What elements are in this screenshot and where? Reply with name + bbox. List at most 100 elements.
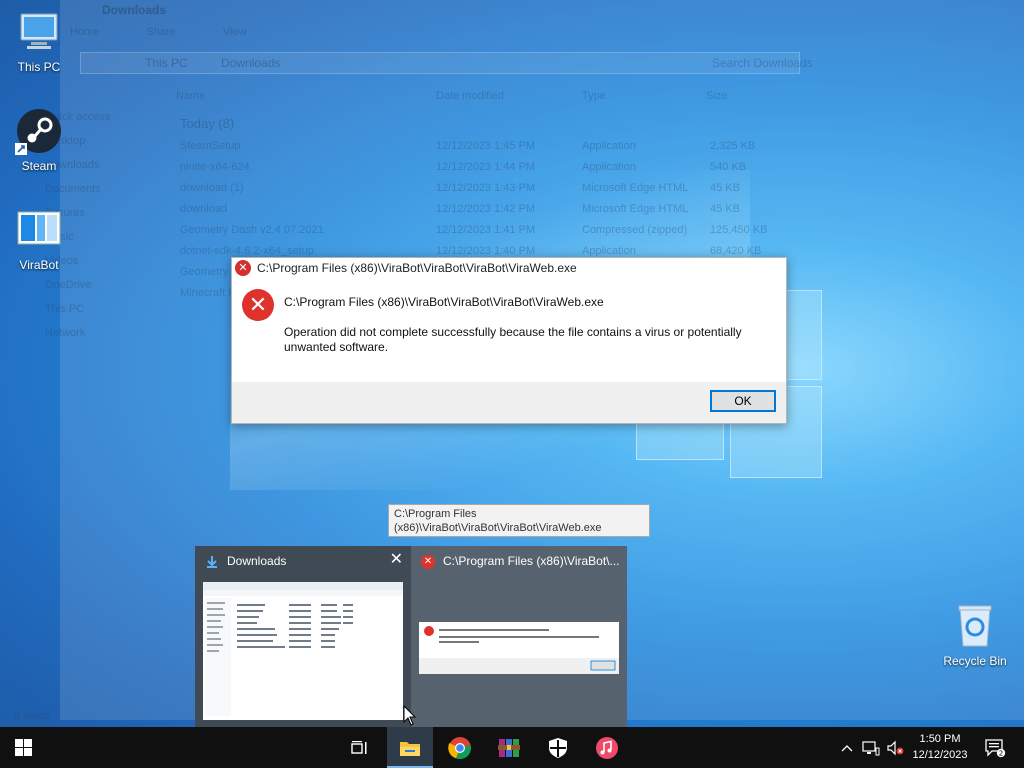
thumbnail-preview-dialog [419, 622, 619, 674]
show-hidden-icons-button[interactable] [838, 727, 856, 768]
desktop-icon-this-pc[interactable]: This PC [1, 8, 77, 74]
task-view-icon [351, 740, 367, 754]
ok-button[interactable]: OK [710, 390, 776, 412]
start-button[interactable] [0, 727, 46, 768]
desktop-icon-steam[interactable]: Steam [1, 107, 77, 173]
ghost-search-box: Search Downloads [712, 56, 813, 70]
ghost-crumb-thispc: This PC [145, 56, 188, 70]
ghost-cell-name: ninite-x64-624 [180, 161, 250, 173]
chevron-up-icon [841, 744, 853, 751]
dialog-message: Operation did not complete successfully … [284, 325, 742, 354]
taskbar-defender[interactable] [535, 727, 581, 768]
desktop-icon-recycle-bin[interactable]: Recycle Bin [937, 602, 1013, 668]
error-icon: ✕ [235, 260, 251, 276]
ghost-cell-type: Microsoft Edge HTML [582, 203, 689, 215]
start-icon [14, 739, 32, 756]
ghost-cell-size: 68,420 KB [710, 245, 762, 257]
taskbar-itunes[interactable] [584, 727, 630, 768]
mouse-cursor-icon [403, 705, 417, 726]
desktop-icon-virabot[interactable]: ViraBot [1, 206, 77, 272]
ghost-group-header: Today (8) [180, 116, 235, 131]
desktop-icon-label: ViraBot [19, 258, 59, 272]
file-explorer-icon [400, 741, 420, 756]
ghost-cell-date: 12/12/2023 1:45 PM [436, 140, 536, 152]
error-icon: ✕ [421, 555, 435, 569]
dialog-title: C:\Program Files (x86)\ViraBot\ViraBot\V… [257, 261, 577, 275]
ghost-cell-name: dotnet-sdk-4.6.2-x64_setup [180, 245, 314, 257]
desktop-icon-label: Recycle Bin [943, 654, 1007, 668]
taskbar-chrome[interactable] [437, 727, 483, 768]
ghost-col-date: Date modified [436, 90, 504, 102]
defender-icon [549, 737, 567, 758]
ghost-col-type: Type [582, 90, 606, 102]
ghost-cell-type: Application [582, 161, 636, 173]
taskbar-winrar[interactable] [486, 727, 532, 768]
ghost-cell-name: download (1) [180, 182, 244, 194]
thumbnail-title: C:\Program Files (x86)\ViraBot\... [443, 554, 620, 568]
taskbar-clock[interactable]: 1:50 PM 12/12/2023 [906, 731, 974, 763]
task-view-button[interactable] [337, 727, 383, 768]
ghost-cell-date: 12/12/2023 1:40 PM [436, 245, 536, 257]
itunes-icon [596, 736, 618, 759]
ghost-cell-name: SteamSetup [180, 140, 241, 152]
computer-icon [15, 8, 63, 56]
ghost-cell-size: 45 KB [710, 182, 740, 194]
notification-icon: 2 [985, 738, 1006, 757]
ghost-cell-type: Application [582, 245, 636, 257]
virabot-icon [15, 206, 63, 254]
download-arrow-icon [207, 556, 217, 568]
thumbnail-title: Downloads [227, 554, 287, 568]
ghost-status-bar: 8 items [14, 710, 50, 722]
error-icon: ✕ [242, 289, 274, 321]
network-tray-button[interactable] [860, 727, 882, 768]
steam-icon [15, 107, 63, 155]
thumbnail-preview-explorer [203, 582, 403, 720]
close-icon[interactable]: ✕ [390, 552, 403, 568]
taskbar: 1:50 PM 12/12/2023 2 [0, 727, 1024, 768]
taskbar-file-explorer[interactable] [387, 727, 433, 768]
explorer-preview-graphic [203, 582, 403, 716]
ghost-cell-type: Application [582, 140, 636, 152]
ghost-cell-date: 12/12/2023 1:44 PM [436, 161, 536, 173]
recycle-bin-icon [951, 602, 999, 650]
clock-time: 1:50 PM [919, 733, 961, 745]
chrome-icon [448, 736, 471, 759]
ghost-cell-type: Microsoft Edge HTML [582, 182, 689, 194]
action-center-button[interactable]: 2 [980, 727, 1010, 768]
ghost-cell-type: Compressed (zipped) [582, 224, 688, 236]
ghost-cell-size: 540 KB [710, 161, 747, 173]
winrar-icon [498, 738, 520, 757]
network-icon [862, 740, 880, 755]
ghost-col-size: Size [706, 90, 728, 102]
clock-date: 12/12/2023 [912, 749, 968, 761]
ghost-cell-size: 45 KB [710, 203, 740, 215]
dialog-titlebar[interactable]: ✕ C:\Program Files (x86)\ViraBot\ViraBot… [232, 258, 786, 278]
ghost-cell-size: 125,450 KB [710, 224, 768, 236]
notification-count: 2 [999, 749, 1003, 757]
thumbnail-error-dialog[interactable]: ✕ C:\Program Files (x86)\ViraBot\... [411, 546, 627, 728]
error-dialog[interactable]: ✕ C:\Program Files (x86)\ViraBot\ViraBot… [231, 257, 787, 424]
ghost-cell-date: 12/12/2023 1:43 PM [436, 182, 536, 194]
desktop-icon-label: Steam [21, 159, 57, 173]
ghost-crumb-downloads: Downloads [221, 56, 281, 70]
ghost-nav-item: OneDrive [45, 279, 92, 291]
ghost-ribbon-tabs: Home Share View [70, 26, 290, 38]
ghost-cell-name: Geometry Dash v2.4 07.2021 [180, 224, 324, 236]
thumbnail-downloads[interactable]: Downloads ✕ [195, 546, 411, 728]
taskbar-thumbnail-flyout: Downloads ✕ ✕ C:\Program Files (x86)\Vir… [195, 546, 627, 728]
volume-tray-button[interactable] [884, 727, 906, 768]
dialog-preview-graphic [419, 626, 619, 674]
ghost-nav-item: Network [45, 327, 86, 339]
ghost-col-name: Name [176, 90, 206, 102]
ghost-cell-date: 12/12/2023 1:42 PM [436, 203, 536, 215]
ghost-cell-name: download [180, 203, 228, 215]
volume-muted-icon [887, 740, 904, 755]
taskbar-tooltip: C:\Program Files (x86)\ViraBot\ViraBot\V… [388, 504, 650, 537]
desktop-icon-label: This PC [17, 60, 61, 74]
ghost-tab-share: Share [146, 26, 176, 38]
dialog-footer: OK [232, 382, 786, 423]
ghost-breadcrumb: This PC Downloads [145, 56, 310, 70]
dialog-file-path: C:\Program Files (x86)\ViraBot\ViraBot\V… [284, 295, 604, 309]
ghost-tab-view: View [222, 26, 247, 38]
ghost-nav-item: This PC [45, 303, 85, 315]
